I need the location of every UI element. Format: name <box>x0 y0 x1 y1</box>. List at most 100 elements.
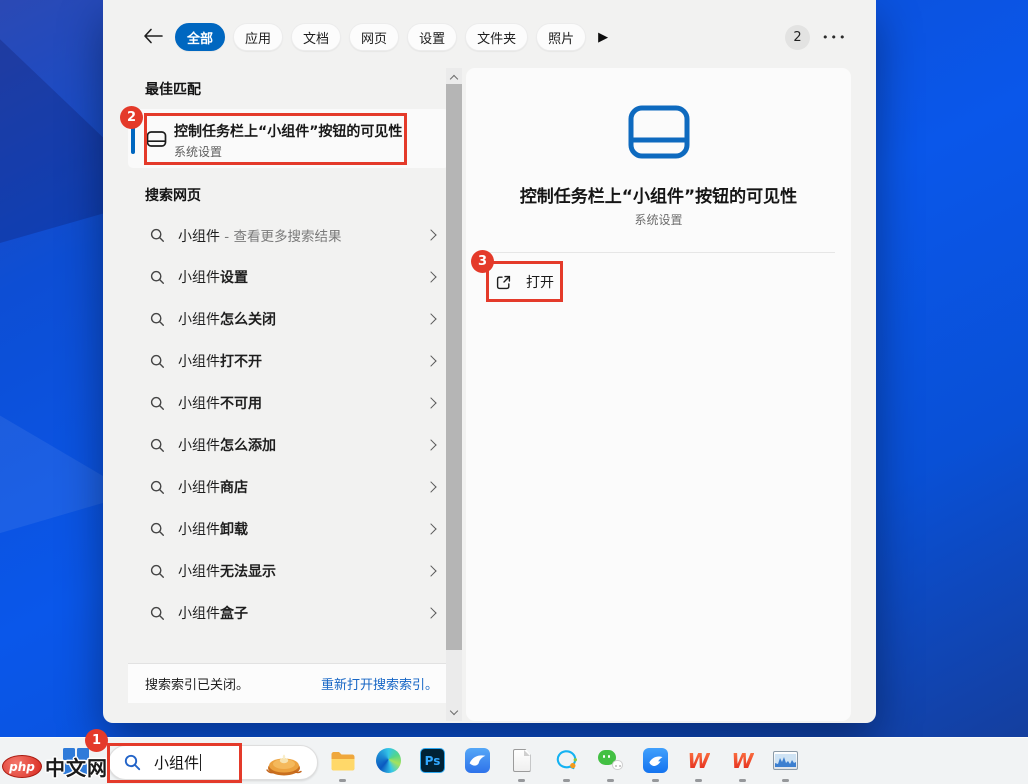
running-indicator <box>339 779 346 782</box>
suggestion-text: 小组件 - 查看更多搜索结果 <box>178 225 341 246</box>
chevron-right-icon <box>425 355 436 366</box>
web-suggestion-row[interactable]: 小组件打不开 <box>128 340 449 382</box>
running-indicator <box>563 779 570 782</box>
search-icon <box>150 354 165 369</box>
suggestion-text: 小组件卸载 <box>178 519 248 539</box>
filter-tab[interactable]: 网页 <box>349 23 399 51</box>
search-icon <box>150 270 165 285</box>
suggestion-text: 小组件盒子 <box>178 603 248 623</box>
running-indicator <box>739 779 746 782</box>
results-scrollbar[interactable] <box>446 68 462 721</box>
search-flyout-panel: 全部 应用 文档 网页 设置 文件夹 照片 ▶ 2 ••• <box>103 0 876 723</box>
filter-tab-label: 文档 <box>303 28 329 47</box>
running-indicator <box>607 779 614 782</box>
filter-tab-label: 全部 <box>187 28 213 47</box>
web-suggestion-row[interactable]: 小组件设置 <box>128 256 449 298</box>
photoshop-label: Ps <box>425 754 441 768</box>
wps-office-icon[interactable]: W <box>729 747 756 774</box>
filter-tab-label: 文件夹 <box>477 28 516 47</box>
search-icon <box>150 564 165 579</box>
search-icon <box>150 228 165 243</box>
widget-settings-icon-large <box>627 104 691 160</box>
filter-tabs: 全部 应用 文档 网页 设置 文件夹 照片 <box>175 23 586 51</box>
more-menu-icon[interactable]: ••• <box>822 31 847 44</box>
running-indicator <box>518 779 525 782</box>
filter-tabs-row: 全部 应用 文档 网页 设置 文件夹 照片 ▶ <box>175 23 608 51</box>
chevron-right-icon <box>425 565 436 576</box>
filter-tab[interactable]: 文档 <box>291 23 341 51</box>
suggestion-text: 小组件打不开 <box>178 351 262 371</box>
web-suggestion-list: 小组件 - 查看更多搜索结果 小组件设置 小组件怎么关闭 <box>128 214 449 634</box>
running-indicator <box>782 779 789 782</box>
filter-tab[interactable]: 设置 <box>407 23 457 51</box>
thunder-xunlei-icon[interactable] <box>464 747 491 774</box>
web-suggestion-row[interactable]: 小组件无法显示 <box>128 550 449 592</box>
web-suggestion-row[interactable]: 小组件不可用 <box>128 382 449 424</box>
wechat-icon[interactable] <box>597 747 624 774</box>
task-manager-icon[interactable] <box>772 747 799 774</box>
filter-tab[interactable]: 应用 <box>233 23 283 51</box>
filter-tab-label: 应用 <box>245 28 271 47</box>
detail-title: 控制任务栏上“小组件”按钮的可见性 <box>466 182 851 207</box>
web-suggestion-row[interactable]: 小组件卸载 <box>128 508 449 550</box>
dingtalk-icon[interactable] <box>642 747 669 774</box>
notepad-document-icon[interactable] <box>508 747 535 774</box>
photoshop-icon[interactable]: Ps <box>419 747 446 774</box>
web-suggestion-row[interactable]: 小组件商店 <box>128 466 449 508</box>
chevron-right-icon <box>425 439 436 450</box>
search-icon <box>150 522 165 537</box>
search-icon <box>150 438 165 453</box>
filter-tab-label: 设置 <box>419 28 445 47</box>
scroll-up-arrow-icon[interactable] <box>450 73 458 81</box>
filter-tab[interactable]: 照片 <box>536 23 586 51</box>
running-indicator <box>695 779 702 782</box>
suggestion-text: 小组件商店 <box>178 477 248 497</box>
annotation-step-3: 3 <box>471 250 494 273</box>
wps-label: W <box>731 749 753 773</box>
divider <box>482 252 835 253</box>
search-icon <box>150 606 165 621</box>
chevron-right-icon <box>425 229 436 240</box>
chevron-right-icon <box>425 481 436 492</box>
desktop-screen: 全部 应用 文档 网页 设置 文件夹 照片 ▶ 2 ••• <box>0 0 1028 784</box>
reopen-index-link[interactable]: 重新打开搜索索引。 <box>321 674 438 693</box>
chevron-right-icon <box>425 523 436 534</box>
best-match-header: 最佳匹配 <box>145 79 201 99</box>
qq-icon[interactable] <box>553 747 580 774</box>
annotation-step-1: 1 <box>85 729 108 752</box>
chevron-right-icon <box>425 397 436 408</box>
web-suggestion-row[interactable]: 小组件 - 查看更多搜索结果 <box>128 214 449 256</box>
filter-tab-label: 网页 <box>361 28 387 47</box>
file-explorer-icon[interactable] <box>329 747 356 774</box>
running-indicator <box>652 779 659 782</box>
search-icon <box>150 396 165 411</box>
web-suggestion-row[interactable]: 小组件怎么添加 <box>128 424 449 466</box>
result-detail-card: 控制任务栏上“小组件”按钮的可见性 系统设置 打开 <box>466 68 851 721</box>
filter-tab[interactable]: 文件夹 <box>465 23 528 51</box>
php-logo: php <box>2 755 42 778</box>
web-suggestion-row[interactable]: 小组件怎么关闭 <box>128 298 449 340</box>
chevron-right-icon <box>425 607 436 618</box>
wps-office-icon[interactable]: W <box>685 747 712 774</box>
scrollbar-thumb[interactable] <box>446 84 462 650</box>
back-arrow-icon[interactable] <box>143 28 163 44</box>
index-status-text: 搜索索引已关闭。 <box>145 674 249 693</box>
search-index-footer: 搜索索引已关闭。 重新打开搜索索引。 <box>128 663 449 703</box>
notification-badge[interactable]: 2 <box>785 25 810 50</box>
suggestion-text: 小组件设置 <box>178 267 248 287</box>
web-suggestion-row[interactable]: 小组件盒子 <box>128 592 449 634</box>
filter-tab[interactable]: 全部 <box>175 23 225 51</box>
suggestion-text: 小组件无法显示 <box>178 561 276 581</box>
play-icon[interactable]: ▶ <box>598 30 608 45</box>
chevron-right-icon <box>425 313 436 324</box>
search-icon <box>150 480 165 495</box>
search-highlight-pie-icon[interactable] <box>263 750 305 777</box>
web-search-header: 搜索网页 <box>145 185 201 205</box>
edge-browser-icon[interactable] <box>375 747 402 774</box>
suggestion-text: 小组件怎么关闭 <box>178 309 276 329</box>
filter-tab-label: 照片 <box>548 28 574 47</box>
search-icon <box>150 312 165 327</box>
scroll-down-arrow-icon[interactable] <box>450 708 458 716</box>
chevron-right-icon <box>425 271 436 282</box>
php-cn-watermark: php 中文网 <box>2 752 108 781</box>
